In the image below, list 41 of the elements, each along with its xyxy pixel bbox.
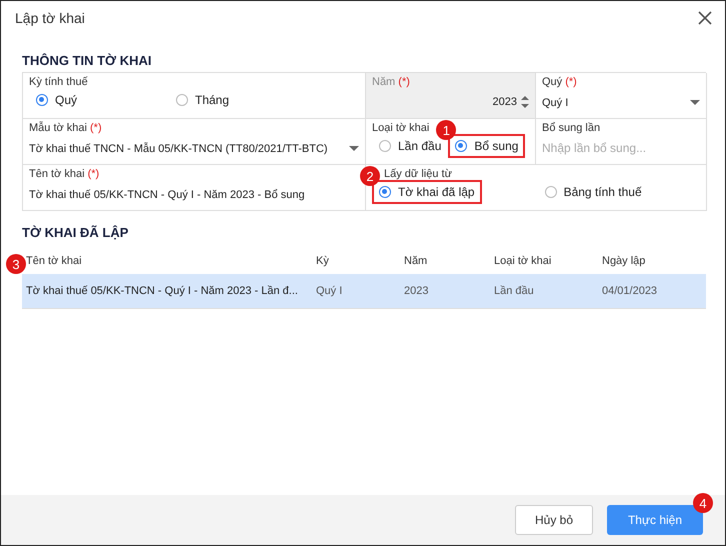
step-badge: 4 [693, 493, 713, 513]
radio-button[interactable] [36, 94, 48, 106]
step-badge: 3 [6, 254, 26, 274]
table-cell-text: 04/01/2023 [601, 285, 658, 297]
table-cell-text: 2023 [403, 285, 428, 297]
radio-label[interactable]: Bổ sung [474, 139, 518, 153]
field-label: Kỳ tính thuế [29, 76, 88, 88]
table-row[interactable]: Tờ khai thuế 05/KK-TNCN - Quý I - Năm 2023 - Lần đ... Quý I 2023 Lần đầu 04/01/2023 [22, 274, 706, 309]
radio-label[interactable]: Bảng tính thuế [564, 185, 642, 199]
radio-button[interactable] [379, 140, 391, 152]
radio-label[interactable]: Quý [55, 93, 78, 107]
caret-icon[interactable] [690, 100, 700, 106]
step-badge: 1 [436, 120, 456, 140]
column-header: Ngày lập [601, 255, 646, 267]
radio-label[interactable]: Lần đầu [398, 139, 442, 153]
radio-button[interactable] [455, 140, 468, 152]
column-header: Tên tờ khai [25, 255, 82, 267]
radio-button[interactable] [379, 186, 391, 198]
close-icon[interactable] [697, 10, 713, 26]
column-header: Kỳ [315, 255, 329, 267]
radio-label[interactable]: Tháng [195, 93, 230, 107]
field-label: Bổ sung lần [542, 122, 600, 134]
form-dropdown[interactable]: Mẫu tờ khai (*) Tờ khai thuế TNCN - Mẫu 05/KK-TNCN (TT80/2021/TT-BTC) [23, 119, 366, 165]
table-cell-text: Quý I [315, 285, 342, 297]
step-badge: 2 [360, 166, 380, 186]
window-title: Lập tờ khai [15, 10, 85, 26]
section-heading: THÔNG TIN TỜ KHAI [22, 53, 152, 68]
column-header: Loại tờ khai [493, 255, 552, 267]
caret-icon[interactable] [349, 146, 359, 152]
column-header: Năm [403, 255, 428, 267]
radio-label[interactable]: Tờ khai đã lập [398, 185, 475, 199]
field-label: Loại tờ khai [372, 122, 430, 134]
supplement-input[interactable]: Nhập lần bổ sung... [542, 141, 700, 161]
field-label: Lấy dữ liệu từ [384, 168, 452, 180]
section-heading: TỜ KHAI ĐÃ LẬP [22, 225, 128, 240]
table-cell-text: Lần đầu [493, 285, 534, 297]
radio-button[interactable] [176, 94, 188, 106]
cancel-button[interactable]: Hủy bỏ [515, 505, 593, 535]
radio-button[interactable] [544, 186, 557, 198]
table-cell-text: Tờ khai thuế 05/KK-TNCN - Quý I - Năm 2023 - Lần đ... [25, 285, 298, 297]
quarter-dropdown[interactable]: Quý (*) Quý I [536, 73, 707, 119]
